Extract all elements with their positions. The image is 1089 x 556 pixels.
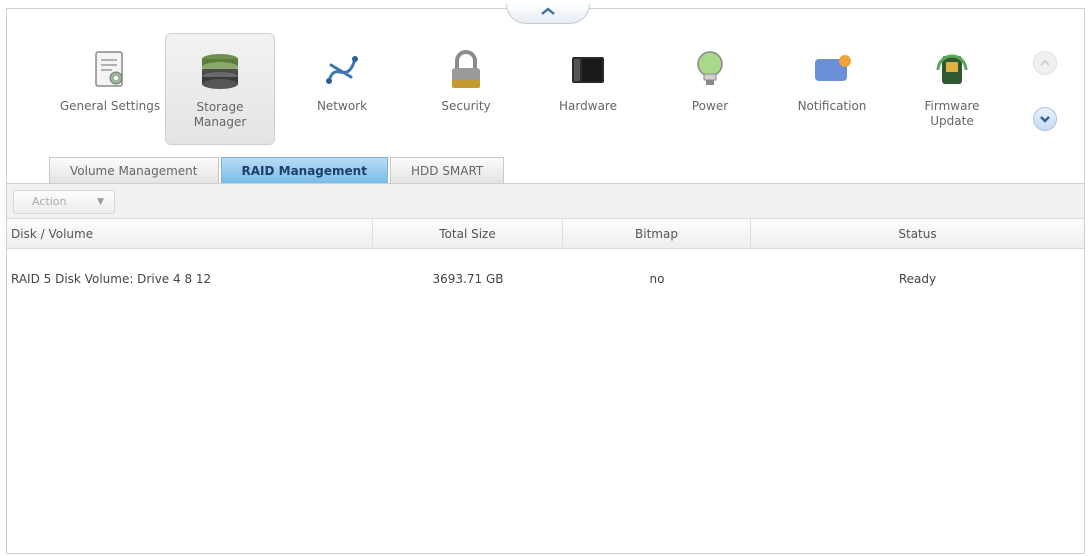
toolbar-firmware-update-label: Firmware Update [924, 99, 980, 128]
toolbar-general-settings-label: General Settings [59, 99, 161, 113]
network-icon [318, 47, 366, 93]
tab-raid-management[interactable]: RAID Management [220, 157, 388, 183]
app-frame: General Settings Storage Manager Network… [6, 8, 1085, 554]
chevron-down-icon [1040, 116, 1050, 123]
toolbar-power-label: Power [691, 99, 729, 113]
chevron-up-icon [1040, 59, 1050, 66]
toolbar-hardware[interactable]: Hardware [533, 33, 643, 149]
toolbar-firmware-update[interactable]: Firmware Update [897, 33, 1007, 149]
toolbar-security-label: Security [441, 99, 491, 113]
scroll-up-button[interactable] [1033, 51, 1057, 75]
column-header-status[interactable]: Status [751, 219, 1084, 249]
toolbar-network-label: Network [316, 99, 368, 113]
action-button-label: Action [32, 195, 67, 208]
toolbar-notification-label: Notification [797, 99, 867, 113]
cell-disk-volume: RAID 5 Disk Volume: Drive 4 8 12 [11, 272, 212, 286]
collapse-toolbar-button[interactable] [506, 4, 590, 24]
storage-tabs: Volume Management RAID Management HDD SM… [49, 157, 506, 183]
main-toolbar: General Settings Storage Manager Network… [7, 9, 1084, 149]
toolbar-storage-manager-label: Storage Manager [193, 100, 247, 129]
dropdown-caret-icon: ▼ [97, 197, 104, 207]
firmware-update-icon [928, 47, 976, 93]
toolbar-general-settings[interactable]: General Settings [55, 33, 165, 149]
tab-volume-management[interactable]: Volume Management [49, 157, 219, 183]
general-settings-icon [86, 47, 134, 93]
scroll-down-button[interactable] [1033, 107, 1057, 131]
action-bar: Action ▼ [7, 183, 1084, 219]
column-header-total-size[interactable]: Total Size [373, 219, 563, 249]
hardware-icon [564, 47, 612, 93]
column-header-bitmap[interactable]: Bitmap [563, 219, 751, 249]
toolbar-power[interactable]: Power [655, 33, 765, 149]
table-header: Disk / Volume Total Size Bitmap Status [7, 219, 1084, 249]
toolbar-notification[interactable]: Notification [777, 33, 887, 149]
chevron-up-icon [541, 7, 555, 15]
security-icon [442, 47, 490, 93]
cell-bitmap: no [649, 272, 665, 286]
toolbar-storage-manager[interactable]: Storage Manager [165, 33, 275, 145]
toolbar-hardware-label: Hardware [559, 99, 617, 113]
notification-icon [808, 47, 856, 93]
action-dropdown-button[interactable]: Action ▼ [13, 190, 115, 214]
cell-total-size: 3693.71 GB [432, 272, 504, 286]
cell-status: Ready [898, 272, 937, 286]
tab-hdd-smart[interactable]: HDD SMART [389, 157, 505, 183]
power-icon [686, 47, 734, 93]
toolbar-network[interactable]: Network [287, 33, 397, 149]
table-row[interactable]: RAID 5 Disk Volume: Drive 4 8 12 3693.71… [7, 249, 1084, 309]
toolbar-security[interactable]: Security [411, 33, 521, 149]
column-header-disk-volume[interactable]: Disk / Volume [7, 219, 373, 249]
storage-manager-icon [196, 48, 244, 94]
raid-table: Disk / Volume Total Size Bitmap Status R… [7, 219, 1084, 309]
